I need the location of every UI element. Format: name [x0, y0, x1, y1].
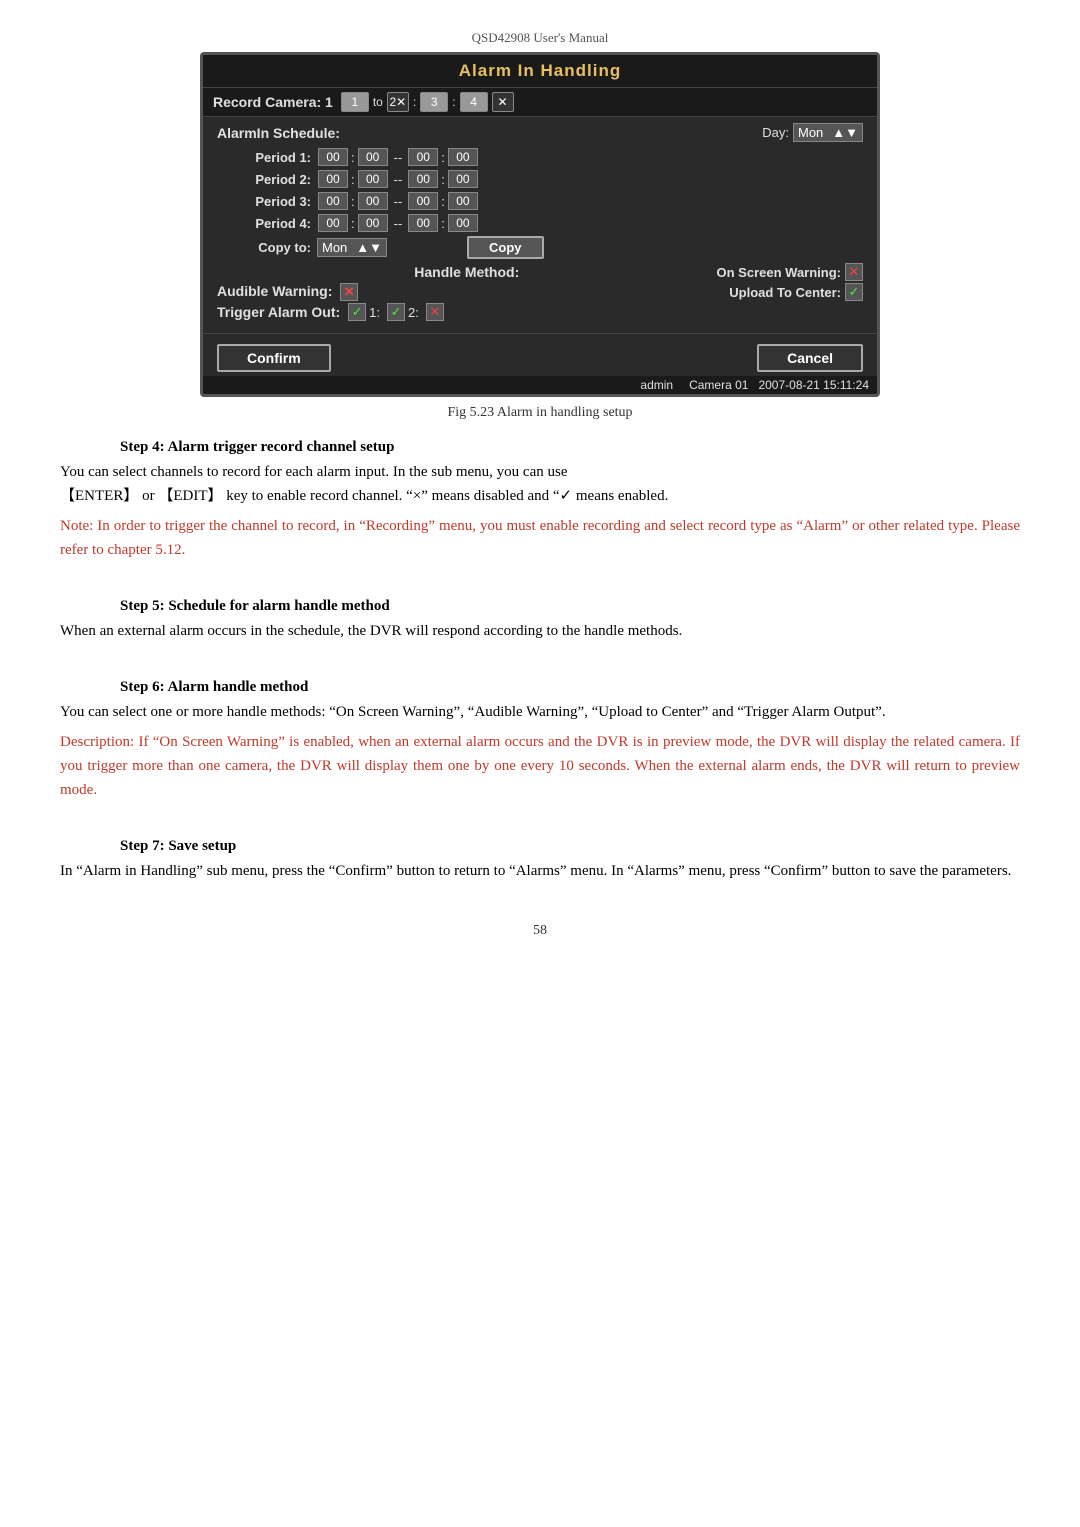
day-label: Day: — [762, 125, 789, 140]
camera-label: Record Camera: 1 — [213, 94, 333, 110]
doc-title: QSD42908 User's Manual — [60, 30, 1020, 46]
on-screen-label: On Screen Warning: — [717, 265, 841, 280]
period-3-end-m[interactable]: 00 — [448, 192, 478, 210]
section-step6: Step 6: Alarm handle method You can sele… — [60, 679, 1020, 802]
step6-body: You can select one or more handle method… — [60, 700, 1020, 724]
period-row-3: Period 3: 00 : 00 -- 00 : 00 — [217, 192, 863, 210]
cancel-button[interactable]: Cancel — [757, 344, 863, 372]
cancel-area: Cancel — [757, 344, 863, 372]
bottom-actions: Confirm Cancel — [203, 333, 877, 376]
period-2-start-m[interactable]: 00 — [358, 170, 388, 188]
step5-heading: Step 5: Schedule for alarm handle method — [120, 598, 1020, 615]
audible-checkbox[interactable]: ✕ — [340, 283, 358, 301]
period-1-end-m[interactable]: 00 — [448, 148, 478, 166]
cam-btn-4[interactable]: 4 — [460, 92, 488, 112]
period-1-label: Period 1: — [217, 150, 317, 165]
step7-heading: Step 7: Save setup — [120, 838, 1020, 855]
period-4-end-m[interactable]: 00 — [448, 214, 478, 232]
trigger-1-checkbox[interactable]: ✓ — [348, 303, 366, 321]
copy-to-select[interactable]: Mon ▲▼ — [317, 238, 387, 257]
period-3-start-m[interactable]: 00 — [358, 192, 388, 210]
cam-btn-2x[interactable]: 2✕ — [387, 92, 409, 112]
day-select[interactable]: Mon ▲▼ — [793, 123, 863, 142]
step6-heading: Step 6: Alarm handle method — [120, 679, 1020, 696]
period-1-start-h[interactable]: 00 — [318, 148, 348, 166]
confirm-button[interactable]: Confirm — [217, 344, 331, 372]
camera-status: Camera 01 — [689, 378, 748, 392]
period-row-1: Period 1: 00 : 00 -- 00 : 00 — [217, 148, 863, 166]
cam-btn-4x[interactable]: ✕ — [492, 92, 514, 112]
period-3-end-h[interactable]: 00 — [408, 192, 438, 210]
status-bar: admin Camera 01 2007-08-21 15:11:24 — [203, 376, 877, 394]
dvr-screen: Alarm In Handling Record Camera: 1 1 to … — [200, 52, 880, 397]
cam-btn-1[interactable]: 1 — [341, 92, 369, 112]
screen-title: Alarm In Handling — [203, 55, 877, 87]
copy-to-label: Copy to: — [217, 240, 317, 255]
key2: 【EDIT】 — [158, 488, 222, 504]
trigger-2-label: 2: — [408, 305, 419, 320]
handle-row: Handle Method: On Screen Warning: ✕ — [217, 263, 863, 281]
period-2-end-h[interactable]: 00 — [408, 170, 438, 188]
cam-sep-colon2: : — [452, 95, 455, 109]
period-row-2: Period 2: 00 : 00 -- 00 : 00 — [217, 170, 863, 188]
camera-row: Record Camera: 1 1 to 2✕ : 3 : 4 ✕ — [203, 87, 877, 117]
fig-caption: Fig 5.23 Alarm in handling setup — [60, 405, 1020, 421]
period-4-end-h[interactable]: 00 — [408, 214, 438, 232]
section-step5: Step 5: Schedule for alarm handle method… — [60, 598, 1020, 643]
trigger-end-checkbox[interactable]: ✕ — [426, 303, 444, 321]
copy-row: Copy to: Mon ▲▼ Copy — [217, 236, 863, 259]
period-4-start-h[interactable]: 00 — [318, 214, 348, 232]
page-number: 58 — [60, 923, 1020, 939]
section-step4: Step 4: Alarm trigger record channel set… — [60, 439, 1020, 562]
cam-btn-3[interactable]: 3 — [420, 92, 448, 112]
period-2-start-h[interactable]: 00 — [318, 170, 348, 188]
audible-label: Audible Warning: ✕ — [217, 283, 729, 301]
schedule-header: AlarmIn Schedule: Day: Mon ▲▼ — [217, 123, 863, 142]
trigger-2-checkbox[interactable]: ✓ — [387, 303, 405, 321]
period-row-4: Period 4: 00 : 00 -- 00 : 00 — [217, 214, 863, 232]
schedule-area: AlarmIn Schedule: Day: Mon ▲▼ Period 1: … — [203, 117, 877, 333]
upload-checkbox[interactable]: ✓ — [845, 283, 863, 301]
audible-row: Audible Warning: ✕ Upload To Center: ✓ — [217, 283, 863, 301]
cam-sep-colon1: : — [413, 95, 416, 109]
upload-label: Upload To Center: — [729, 285, 841, 300]
period-4-start-m[interactable]: 00 — [358, 214, 388, 232]
cam-sep-to: to — [373, 95, 383, 109]
step4-note: Note: In order to trigger the channel to… — [60, 514, 1020, 562]
step7-body: In “Alarm in Handling” sub menu, press t… — [60, 859, 1020, 883]
admin-label: admin — [640, 378, 673, 392]
trigger-label: Trigger Alarm Out: — [217, 304, 340, 320]
period-4-label: Period 4: — [217, 216, 317, 231]
trigger-1-label: 1: — [369, 305, 380, 320]
key1: 【ENTER】 — [60, 488, 138, 504]
period-3-label: Period 3: — [217, 194, 317, 209]
period-1-start-m[interactable]: 00 — [358, 148, 388, 166]
period-2-label: Period 2: — [217, 172, 317, 187]
on-screen-checkbox[interactable]: ✕ — [845, 263, 863, 281]
period-3-start-h[interactable]: 00 — [318, 192, 348, 210]
trigger-row: Trigger Alarm Out: ✓ 1: ✓ 2: ✕ — [217, 303, 863, 321]
period-1-end-h[interactable]: 00 — [408, 148, 438, 166]
step4-heading: Step 4: Alarm trigger record channel set… — [120, 439, 1020, 456]
datetime-status: 2007-08-21 15:11:24 — [758, 378, 869, 392]
step4-body: You can select channels to record for ea… — [60, 460, 1020, 508]
period-2-end-m[interactable]: 00 — [448, 170, 478, 188]
step6-desc: Description: If “On Screen Warning” is e… — [60, 730, 1020, 802]
schedule-label: AlarmIn Schedule: — [217, 125, 762, 141]
handle-label: Handle Method: — [217, 264, 717, 280]
step5-body: When an external alarm occurs in the sch… — [60, 619, 1020, 643]
copy-button[interactable]: Copy — [467, 236, 544, 259]
section-step7: Step 7: Save setup In “Alarm in Handling… — [60, 838, 1020, 883]
